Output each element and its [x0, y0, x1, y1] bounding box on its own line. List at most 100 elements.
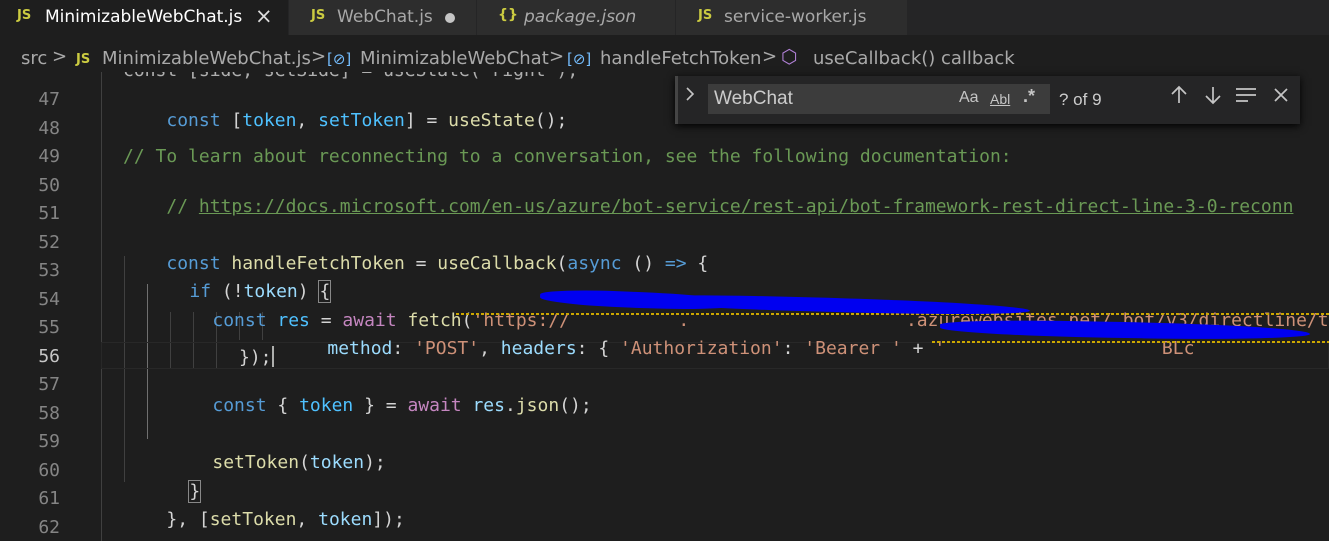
js-file-icon: JS [698, 8, 713, 23]
arrow-up-icon[interactable] [1170, 85, 1188, 111]
punct: [ [220, 110, 243, 131]
punct: }, [ [166, 509, 210, 530]
identifier: token [309, 452, 365, 473]
line-number: 59 [38, 431, 60, 452]
line-number: 47 [38, 89, 60, 110]
close-icon[interactable] [1272, 85, 1290, 111]
tab-minimizablewebchat[interactable]: JS MinimizableWebChat.js × [0, 0, 289, 35]
chevron-right-icon[interactable] [684, 86, 696, 107]
code-line-56: }); [239, 346, 274, 368]
punct: , [479, 338, 501, 359]
js-file-icon: JS [17, 8, 32, 23]
line-number: 60 [38, 460, 60, 481]
code-text: }); [239, 347, 272, 368]
warning-squiggle [932, 341, 1329, 343]
punct: , [296, 110, 319, 131]
tab-bar: JS MinimizableWebChat.js × JS WebChat.js… [0, 0, 1329, 35]
breadcrumb-symbol-handler[interactable]: handleFetchToken [600, 48, 761, 69]
text-cursor [271, 346, 274, 367]
chevron-right-icon: > [549, 46, 565, 67]
line-number-current: 56 [38, 346, 60, 367]
code-editor[interactable]: const [side, setSide] = useState('right'… [0, 72, 1329, 541]
keyword: const [212, 310, 267, 331]
keyword-await: await [407, 395, 462, 416]
identifier: token [242, 110, 297, 131]
keyword: => [664, 253, 687, 274]
code-line-50: // https://docs.microsoft.com/en-us/azur… [123, 175, 1293, 238]
match-case-icon[interactable]: Aa [959, 89, 979, 107]
breadcrumb-folder[interactable]: src [21, 48, 47, 69]
punct: () [621, 253, 665, 274]
code-line-47: const [token, setToken] = useState(); [123, 89, 567, 152]
close-icon[interactable]: × [255, 4, 273, 28]
tab-label: package.json [524, 7, 637, 27]
arrow-down-icon[interactable] [1204, 85, 1222, 111]
chevron-right-icon: > [762, 46, 778, 67]
punct: ); [364, 452, 386, 473]
string: 'Bearer ' [804, 338, 902, 359]
keyword: const [166, 110, 221, 131]
code-line-49-comment: // To learn about reconnecting to a conv… [123, 146, 1012, 167]
punct: . [504, 395, 516, 416]
code-line-46-partial: const [side, setSide] = useState('right'… [123, 72, 578, 81]
line-number: 54 [38, 289, 60, 310]
punct: , [296, 509, 319, 530]
function-name: setToken [209, 509, 297, 530]
chevron-right-icon: > [52, 46, 68, 67]
punct: ( [299, 452, 310, 473]
line-number: 55 [38, 317, 60, 338]
json-file-icon: {} [498, 7, 518, 23]
punct: ]); [372, 509, 405, 530]
function-name: useState [448, 110, 535, 131]
code-line-59: setToken(token); [169, 431, 386, 494]
match-count: ? of 9 [1059, 90, 1102, 109]
punct: (); [559, 395, 592, 416]
find-in-selection-icon[interactable] [1235, 85, 1257, 111]
regex-icon[interactable]: .* [1023, 86, 1035, 107]
breadcrumb-symbol-callback[interactable]: useCallback() callback [813, 48, 1015, 69]
property: headers [500, 338, 577, 359]
breadcrumb-file[interactable]: MinimizableWebChat.js [102, 48, 311, 69]
tab-webchat[interactable]: JS WebChat.js [289, 0, 477, 35]
unsaved-dot-icon[interactable] [445, 13, 455, 23]
punct: (); [534, 110, 568, 131]
js-file-icon: JS [76, 52, 91, 67]
property: method [327, 338, 393, 359]
symbol-variable-icon: [⊘] [567, 50, 592, 68]
punct: ] = [404, 110, 449, 131]
string: 'POST' [414, 338, 480, 359]
line-number: 57 [38, 374, 60, 395]
tab-service-worker[interactable]: JS service-worker.js [676, 0, 908, 35]
identifier: token [299, 395, 354, 416]
keyword: async [567, 253, 622, 274]
tab-package-json[interactable]: {} package.json [477, 0, 676, 35]
line-number: 49 [38, 146, 60, 167]
function-name: setToken [212, 452, 300, 473]
punct: } = [353, 395, 408, 416]
punct: ( [556, 253, 568, 274]
indent-guide [101, 72, 102, 541]
symbol-variable-icon: [⊘] [327, 50, 352, 68]
punct: : [392, 338, 415, 359]
punct: { [686, 253, 709, 274]
tab-label: WebChat.js [337, 7, 433, 27]
tab-label: service-worker.js [724, 7, 867, 27]
comment-link[interactable]: https://docs.microsoft.com/en-us/azure/b… [199, 196, 1294, 217]
string: 'Authorization' [620, 338, 783, 359]
line-number: 50 [38, 175, 60, 196]
tab-label: MinimizableWebChat.js [45, 7, 243, 27]
find-widget: Aa Abl .* ? of 9 [675, 76, 1300, 124]
identifier: setToken [318, 110, 405, 131]
line-number: 53 [38, 260, 60, 281]
identifier: res [472, 395, 505, 416]
breadcrumb-symbol-component[interactable]: MinimizableWebChat [360, 48, 549, 69]
chevron-right-icon: > [311, 46, 327, 67]
punct: { [266, 395, 300, 416]
comment: // [166, 196, 199, 217]
function-name: json [515, 395, 560, 416]
punct: : [782, 338, 805, 359]
line-number: 58 [38, 403, 60, 424]
function-name: useCallback [437, 253, 557, 274]
identifier: token [318, 509, 373, 530]
whole-word-icon[interactable]: Abl [990, 91, 1010, 107]
